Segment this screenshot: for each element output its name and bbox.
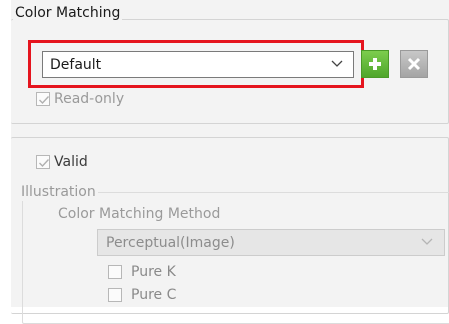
x-icon (407, 57, 421, 71)
valid-checkbox[interactable] (36, 155, 50, 169)
pure-k-label: Pure K (131, 264, 176, 280)
delete-button[interactable] (400, 50, 428, 78)
add-button[interactable] (361, 50, 389, 78)
read-only-label: Read-only (54, 91, 125, 107)
checkmark-icon (39, 159, 50, 168)
checkmark-icon (39, 96, 50, 105)
pure-c-label: Pure C (131, 287, 177, 303)
pure-k-checkbox[interactable] (108, 265, 122, 279)
valid-label: Valid (54, 154, 88, 170)
plus-icon (369, 58, 381, 70)
pure-c-checkbox[interactable] (108, 288, 122, 302)
chevron-down-icon (331, 60, 343, 67)
settings-panel: Color Matching Default Read-only Valid I… (11, 0, 449, 324)
color-matching-method-label: Color Matching Method (58, 206, 221, 222)
profile-select-value: Default (50, 57, 102, 73)
color-matching-title: Color Matching (13, 4, 123, 22)
illustration-title: Illustration (19, 183, 98, 201)
color-matching-method-select[interactable]: Perceptual(Image) (97, 229, 445, 256)
method-select-value: Perceptual(Image) (106, 235, 235, 251)
read-only-checkbox[interactable] (36, 92, 50, 106)
profile-select[interactable]: Default (42, 51, 354, 78)
chevron-down-icon (421, 238, 433, 245)
